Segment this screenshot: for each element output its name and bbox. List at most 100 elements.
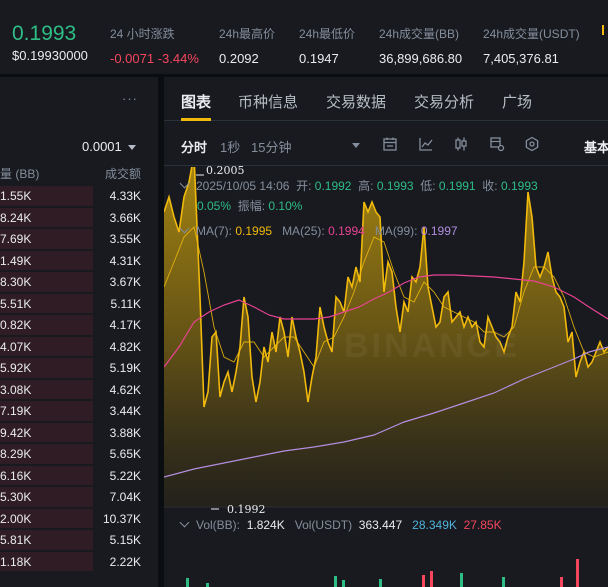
order-book-row[interactable]: 1.55K 4.33K	[0, 185, 158, 207]
row-turnover: 3.44K	[109, 404, 141, 418]
candlestick-icon[interactable]	[453, 136, 469, 152]
row-quantity: 1.49K	[0, 253, 32, 268]
volume-usdt-value: 7,405,376.81	[483, 51, 559, 66]
hexagon-settings-icon[interactable]	[524, 136, 540, 152]
tab-trading-data[interactable]: 交易数据	[326, 91, 386, 112]
column-header-quantity: 量 (BB)	[0, 167, 40, 181]
legend-low-label: 低:	[420, 179, 436, 193]
chart-settings-icon[interactable]	[489, 136, 505, 152]
order-book-row[interactable]: 9.42K 3.88K	[0, 422, 158, 444]
ma-legend: MA(7): 0.1995 MA(25): 0.1994 MA(99): 0.1…	[179, 223, 458, 238]
legend-open-label: 开:	[296, 179, 312, 193]
row-turnover: 5.19K	[109, 361, 141, 375]
order-book-row[interactable]: 8.29K 5.65K	[0, 443, 158, 465]
order-book-row[interactable]: 2.00K 10.37K	[0, 508, 158, 530]
tab-square[interactable]: 广场	[502, 91, 532, 112]
chart-mode-basic[interactable]: 基本	[584, 137, 608, 156]
collapse-ma-legend-icon[interactable]	[179, 223, 190, 234]
low-label: 24h最低价	[299, 27, 356, 41]
ticker-more-indicator[interactable]	[602, 25, 608, 35]
order-book-row[interactable]: 0.82K 4.17K	[0, 314, 158, 336]
precision-value: 0.0001	[82, 139, 122, 154]
legend-ma25-label: MA(25):	[282, 224, 325, 238]
column-header-turnover: 成交额	[104, 167, 141, 181]
low-value: 0.1947	[299, 51, 339, 66]
row-quantity: 8.30K	[0, 275, 32, 289]
legend-high-label: 高:	[358, 179, 374, 193]
legend-vol-bb: 1.824K	[246, 518, 285, 532]
row-turnover: 3.66K	[109, 210, 141, 225]
legend-vol-ma1: 28.349K	[412, 518, 457, 532]
line-chart-icon[interactable]	[418, 136, 434, 152]
precision-select[interactable]: 0.0001	[82, 139, 136, 154]
legend-datetime: 2025/10/05 14:06	[196, 179, 290, 193]
row-turnover: 5.22K	[109, 468, 141, 483]
order-book-row[interactable]: 5.30K 7.04K	[0, 486, 158, 508]
tab-chart[interactable]: 图表	[181, 91, 211, 112]
row-quantity: 4.07K	[0, 339, 32, 354]
high-label: 24h最高价	[219, 27, 276, 41]
chevron-down-icon	[127, 145, 136, 151]
last-price-usd: $0.19930000	[12, 48, 88, 63]
order-book-row[interactable]: 8.30K 3.67K	[0, 271, 158, 293]
collapse-volume-legend-icon[interactable]	[179, 517, 190, 528]
ohlc-legend: 2025/10/05 14:06 开: 0.1992 高: 0.1993 低: …	[179, 177, 538, 194]
volume-bar	[334, 576, 337, 587]
interval-time[interactable]: 分时	[181, 137, 207, 156]
volume-bar	[576, 559, 579, 587]
order-book-row[interactable]: 8.24K 3.66K	[0, 207, 158, 229]
order-book-row[interactable]: 1.49K 4.31K	[0, 250, 158, 272]
volume-bar	[560, 577, 563, 587]
row-turnover: 3.55K	[109, 232, 141, 246]
interval-15m[interactable]: 15分钟	[251, 137, 291, 156]
row-turnover: 10.37K	[102, 511, 141, 526]
row-turnover: 4.17K	[109, 318, 141, 332]
price-chart[interactable]: BINANCE 0.2005 0.1992 2025/10/05 14:06 开…	[164, 164, 608, 587]
panel-tabs: 图表 币种信息 交易数据 交易分析 广场	[164, 77, 608, 121]
row-turnover: 4.82K	[109, 339, 141, 354]
trough-price-label: 0.1992	[227, 503, 266, 516]
volume-bar	[430, 571, 433, 587]
more-options-icon[interactable]: ···	[122, 91, 138, 106]
volume-bb-value: 36,899,686.80	[379, 51, 463, 66]
order-book-row[interactable]: 1.18K 2.22K	[0, 551, 158, 573]
order-book-row[interactable]: 7.19K 3.44K	[0, 400, 158, 422]
legend-change: 0.05%	[197, 199, 232, 213]
legend-amplitude-label: 振幅:	[237, 199, 266, 213]
volume-legend: Vol(BB): 1.824K Vol(USDT) 363.447 28.349…	[179, 517, 502, 532]
legend-ma99-label: MA(99):	[374, 224, 418, 238]
legend-close: 0.1993	[500, 179, 538, 193]
order-book-row[interactable]: 6.16K 5.22K	[0, 465, 158, 487]
change-value: -0.0071 -3.44%	[110, 51, 199, 66]
change-label: 24 小时涨跌	[110, 27, 175, 41]
volume-usdt-label: 24h成交量(USDT)	[483, 27, 580, 41]
tab-trading-analysis[interactable]: 交易分析	[414, 91, 474, 112]
row-turnover: 5.11K	[110, 296, 141, 311]
order-book-row[interactable]: 3.08K 4.62K	[0, 379, 158, 401]
row-turnover: 4.31K	[109, 253, 141, 268]
tab-coin-info[interactable]: 币种信息	[238, 91, 298, 112]
order-book-row[interactable]: 5.81K 5.15K	[0, 529, 158, 551]
order-book-row[interactable]: 4.07K 4.82K	[0, 336, 158, 358]
row-turnover: 2.22K	[109, 554, 141, 569]
order-book-row[interactable]: 7.69K 3.55K	[0, 228, 158, 250]
row-quantity: 5.92K	[0, 361, 32, 375]
row-quantity: 8.24K	[0, 210, 32, 225]
legend-close-label: 收:	[482, 179, 498, 193]
order-book-row[interactable]: 5.92K 5.19K	[0, 357, 158, 379]
row-quantity: 1.55K	[0, 189, 32, 203]
calendar-icon[interactable]	[382, 136, 398, 152]
ticker-low: 24h最低价 0.1947	[299, 25, 355, 66]
legend-amplitude: 0.10%	[268, 199, 303, 213]
change-legend: 0.05% 振幅: 0.10%	[197, 197, 302, 214]
collapse-legend-icon[interactable]	[179, 178, 190, 189]
legend-vol-usdt-label: Vol(USDT)	[294, 518, 353, 532]
row-turnover: 5.65K	[109, 447, 141, 461]
order-book-row[interactable]: 5.51K 5.11K	[0, 293, 158, 315]
peak-price-label: 0.2005	[206, 164, 245, 177]
ticker-bar: 0.1993 $0.19930000 24 小时涨跌 -0.0071 -3.44…	[0, 0, 608, 74]
interval-dropdown-icon[interactable]	[352, 143, 360, 148]
row-turnover: 3.88K	[109, 425, 141, 440]
interval-1s[interactable]: 1秒	[220, 137, 240, 156]
volume-bar	[422, 575, 425, 587]
